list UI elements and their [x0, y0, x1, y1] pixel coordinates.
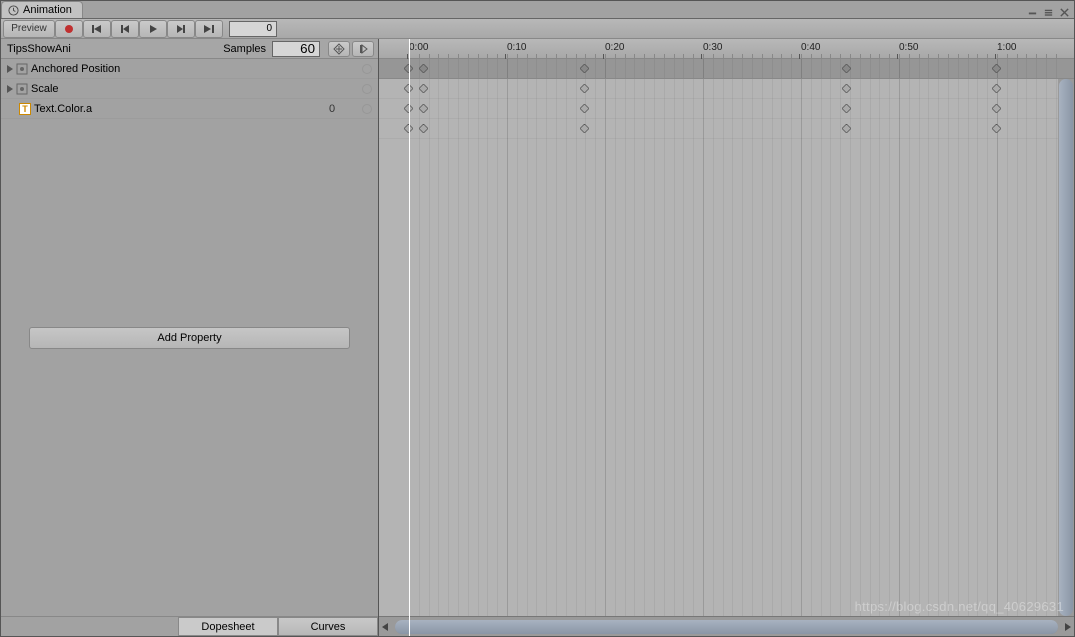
animation-window: Animation Preview TipsShowAni Samples	[0, 0, 1075, 637]
keyframe[interactable]	[580, 104, 589, 113]
ruler[interactable]: 0:00 0:10 0:20 0:30 0:40 0:50 1:00	[379, 39, 1074, 59]
add-keyframe-button[interactable]	[328, 41, 350, 57]
keyframe[interactable]	[842, 84, 851, 93]
keyframe[interactable]	[419, 84, 428, 93]
content: TipsShowAni Samples Anchored Position Sca…	[1, 39, 1074, 636]
preview-button[interactable]: Preview	[3, 20, 55, 38]
clip-dropdown[interactable]: TipsShowAni	[5, 43, 223, 55]
keyframe[interactable]	[580, 64, 589, 73]
expand-icon[interactable]	[7, 85, 13, 93]
add-property-button[interactable]: Add Property	[29, 327, 350, 349]
keyframe[interactable]	[992, 84, 1001, 93]
property-list: Anchored PositionScaleTText.Color.a0	[1, 59, 378, 319]
key-indicator-icon[interactable]	[362, 84, 372, 94]
dopesheet-tab[interactable]: Dopesheet	[178, 617, 278, 636]
ruler-tick: 0:00	[409, 42, 428, 53]
scroll-left-icon[interactable]	[379, 620, 393, 634]
ruler-tick: 0:40	[801, 42, 820, 53]
prev-key-button[interactable]	[111, 20, 139, 38]
property-label: Anchored Position	[31, 63, 302, 75]
first-frame-button[interactable]	[83, 20, 111, 38]
keyframe[interactable]	[992, 124, 1001, 133]
frame-field[interactable]	[229, 21, 277, 37]
config-bar: TipsShowAni Samples	[1, 39, 378, 59]
expand-icon[interactable]	[7, 65, 13, 73]
track-row[interactable]	[379, 119, 1074, 139]
scrollbar-track[interactable]	[395, 620, 1058, 634]
curves-tab[interactable]: Curves	[278, 617, 378, 636]
keyframe[interactable]	[842, 124, 851, 133]
keyframe[interactable]	[842, 104, 851, 113]
recttransform-icon	[16, 83, 28, 95]
keyframe[interactable]	[419, 104, 428, 113]
keyframe[interactable]	[419, 64, 428, 73]
property-label: Text.Color.a	[34, 103, 302, 115]
play-button[interactable]	[139, 20, 167, 38]
footer-tabs: Dopesheet Curves	[1, 616, 378, 636]
clock-icon	[8, 5, 19, 16]
key-indicator-icon[interactable]	[362, 104, 372, 114]
tab-bar: Animation	[1, 1, 1074, 19]
menu-icon[interactable]	[1042, 6, 1054, 18]
tab-animation[interactable]: Animation	[1, 1, 83, 18]
timeline-panel: 0:000:100:200:300:400:501:00 https://blo…	[379, 39, 1074, 636]
record-button[interactable]	[55, 20, 83, 38]
property-value: 0	[302, 103, 362, 115]
samples-label: Samples	[223, 43, 266, 55]
keyframe[interactable]	[419, 124, 428, 133]
ruler-tick: 1:00	[997, 42, 1016, 53]
tab-label: Animation	[23, 4, 72, 16]
keyframe[interactable]	[992, 64, 1001, 73]
keyframe[interactable]	[842, 64, 851, 73]
scrollbar-thumb[interactable]	[1059, 79, 1073, 616]
hierarchy-panel: TipsShowAni Samples Anchored Position Sca…	[1, 39, 379, 636]
scrollbar-thumb[interactable]	[395, 620, 1058, 634]
next-key-button[interactable]	[167, 20, 195, 38]
dock-icon[interactable]	[1026, 6, 1038, 18]
add-event-button[interactable]	[352, 41, 374, 57]
summary-track[interactable]	[379, 59, 1074, 79]
samples-field[interactable]	[272, 41, 320, 57]
close-icon[interactable]	[1058, 6, 1070, 18]
toolbar: Preview	[1, 19, 1074, 39]
ruler-tick: 0:10	[507, 42, 526, 53]
last-frame-button[interactable]	[195, 20, 223, 38]
scroll-right-icon[interactable]	[1060, 620, 1074, 634]
keyframe[interactable]	[580, 84, 589, 93]
ruler-tick: 0:50	[899, 42, 918, 53]
recttransform-icon	[16, 63, 28, 75]
property-row[interactable]: Scale	[1, 79, 378, 99]
property-row[interactable]: TText.Color.a0	[1, 99, 378, 119]
keyframe[interactable]	[580, 124, 589, 133]
playhead[interactable]	[409, 39, 410, 636]
track-row[interactable]	[379, 79, 1074, 99]
horizontal-scrollbar	[379, 616, 1074, 636]
ruler-tick: 0:20	[605, 42, 624, 53]
vertical-scrollbar[interactable]	[1058, 79, 1074, 616]
keyframe[interactable]	[992, 104, 1001, 113]
text-icon: T	[19, 103, 31, 115]
track-area[interactable]	[379, 79, 1074, 616]
ruler-tick: 0:30	[703, 42, 722, 53]
property-row[interactable]: Anchored Position	[1, 59, 378, 79]
property-label: Scale	[31, 83, 302, 95]
key-indicator-icon[interactable]	[362, 64, 372, 74]
track-row[interactable]	[379, 99, 1074, 119]
